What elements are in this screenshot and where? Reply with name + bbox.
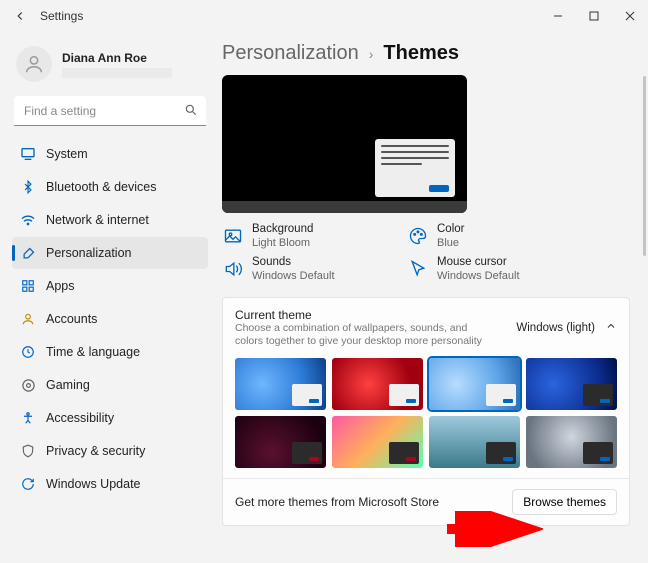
option-value: Windows Default [437,270,520,283]
accessibility-icon [20,410,36,426]
system-icon [20,146,36,162]
option-background[interactable]: Background Light Bloom [222,223,397,250]
sidebar-item-label: Accessibility [46,411,114,425]
chevron-right-icon: › [369,46,374,62]
search-input[interactable] [14,96,206,126]
sidebar-item-label: Privacy & security [46,444,145,458]
sidebar-item-label: Time & language [46,345,140,359]
browse-themes-button[interactable]: Browse themes [512,489,617,515]
sidebar-item-label: Windows Update [46,477,141,491]
theme-preview [222,75,467,213]
bluetooth-icon [20,179,36,195]
paintbrush-icon [20,245,36,261]
avatar-icon [16,46,52,82]
back-button[interactable] [8,4,32,28]
apps-icon [20,278,36,294]
theme-thumb[interactable] [332,358,423,410]
cursor-icon [407,258,429,280]
current-theme-header[interactable]: Current theme Choose a combination of wa… [223,298,629,358]
person-icon [20,311,36,327]
option-value: Blue [437,237,464,250]
close-button[interactable] [612,0,648,32]
speaker-icon [222,258,244,280]
store-text: Get more themes from Microsoft Store [235,495,512,509]
option-label: Color [437,223,464,237]
sidebar-item-time[interactable]: Time & language [12,336,208,368]
option-label: Background [252,223,313,237]
search-icon [184,103,198,122]
theme-thumb-selected[interactable] [429,358,520,410]
scrollbar[interactable] [643,76,646,256]
breadcrumb: Personalization › Themes [222,42,630,65]
wifi-icon [20,212,36,228]
sidebar-item-label: Gaming [46,378,90,392]
sidebar-item-label: Network & internet [46,213,149,227]
sidebar-item-gaming[interactable]: Gaming [12,369,208,401]
sidebar-item-label: Accounts [46,312,97,326]
option-cursor[interactable]: Mouse cursor Windows Default [407,256,582,283]
sidebar-item-update[interactable]: Windows Update [12,468,208,500]
theme-thumb[interactable] [429,416,520,468]
page-title: Themes [383,42,459,65]
maximize-button[interactable] [576,0,612,32]
picture-icon [222,225,244,247]
option-label: Sounds [252,256,335,270]
current-theme-value: Windows (light) [516,322,595,334]
sidebar-item-label: System [46,147,88,161]
option-color[interactable]: Color Blue [407,223,582,250]
sidebar-item-accessibility[interactable]: Accessibility [12,402,208,434]
theme-thumb[interactable] [332,416,423,468]
theme-thumb[interactable] [235,358,326,410]
sidebar-item-bluetooth[interactable]: Bluetooth & devices [12,171,208,203]
theme-thumb[interactable] [526,358,617,410]
option-label: Mouse cursor [437,256,520,270]
user-email-placeholder [62,68,172,78]
option-value: Windows Default [252,270,335,283]
clock-icon [20,344,36,360]
breadcrumb-parent[interactable]: Personalization [222,42,359,65]
app-title: Settings [40,9,83,23]
current-theme-card: Current theme Choose a combination of wa… [222,297,630,526]
chevron-up-icon [605,319,617,337]
user-name: Diana Ann Roe [62,51,172,65]
sidebar-item-system[interactable]: System [12,138,208,170]
card-subtitle: Choose a combination of wallpapers, soun… [235,322,495,348]
sidebar-item-label: Bluetooth & devices [46,180,157,194]
sidebar-item-label: Personalization [46,246,131,260]
minimize-button[interactable] [540,0,576,32]
sidebar-item-label: Apps [46,279,75,293]
sidebar-item-network[interactable]: Network & internet [12,204,208,236]
option-sounds[interactable]: Sounds Windows Default [222,256,397,283]
sidebar-item-accounts[interactable]: Accounts [12,303,208,335]
update-icon [20,476,36,492]
card-title: Current theme [235,308,516,322]
palette-icon [407,225,429,247]
theme-thumb[interactable] [235,416,326,468]
user-profile[interactable]: Diana Ann Roe [12,40,208,92]
shield-icon [20,443,36,459]
sidebar-item-apps[interactable]: Apps [12,270,208,302]
sidebar-item-privacy[interactable]: Privacy & security [12,435,208,467]
sidebar-item-personalization[interactable]: Personalization [12,237,208,269]
gaming-icon [20,377,36,393]
theme-thumb[interactable] [526,416,617,468]
option-value: Light Bloom [252,237,313,250]
